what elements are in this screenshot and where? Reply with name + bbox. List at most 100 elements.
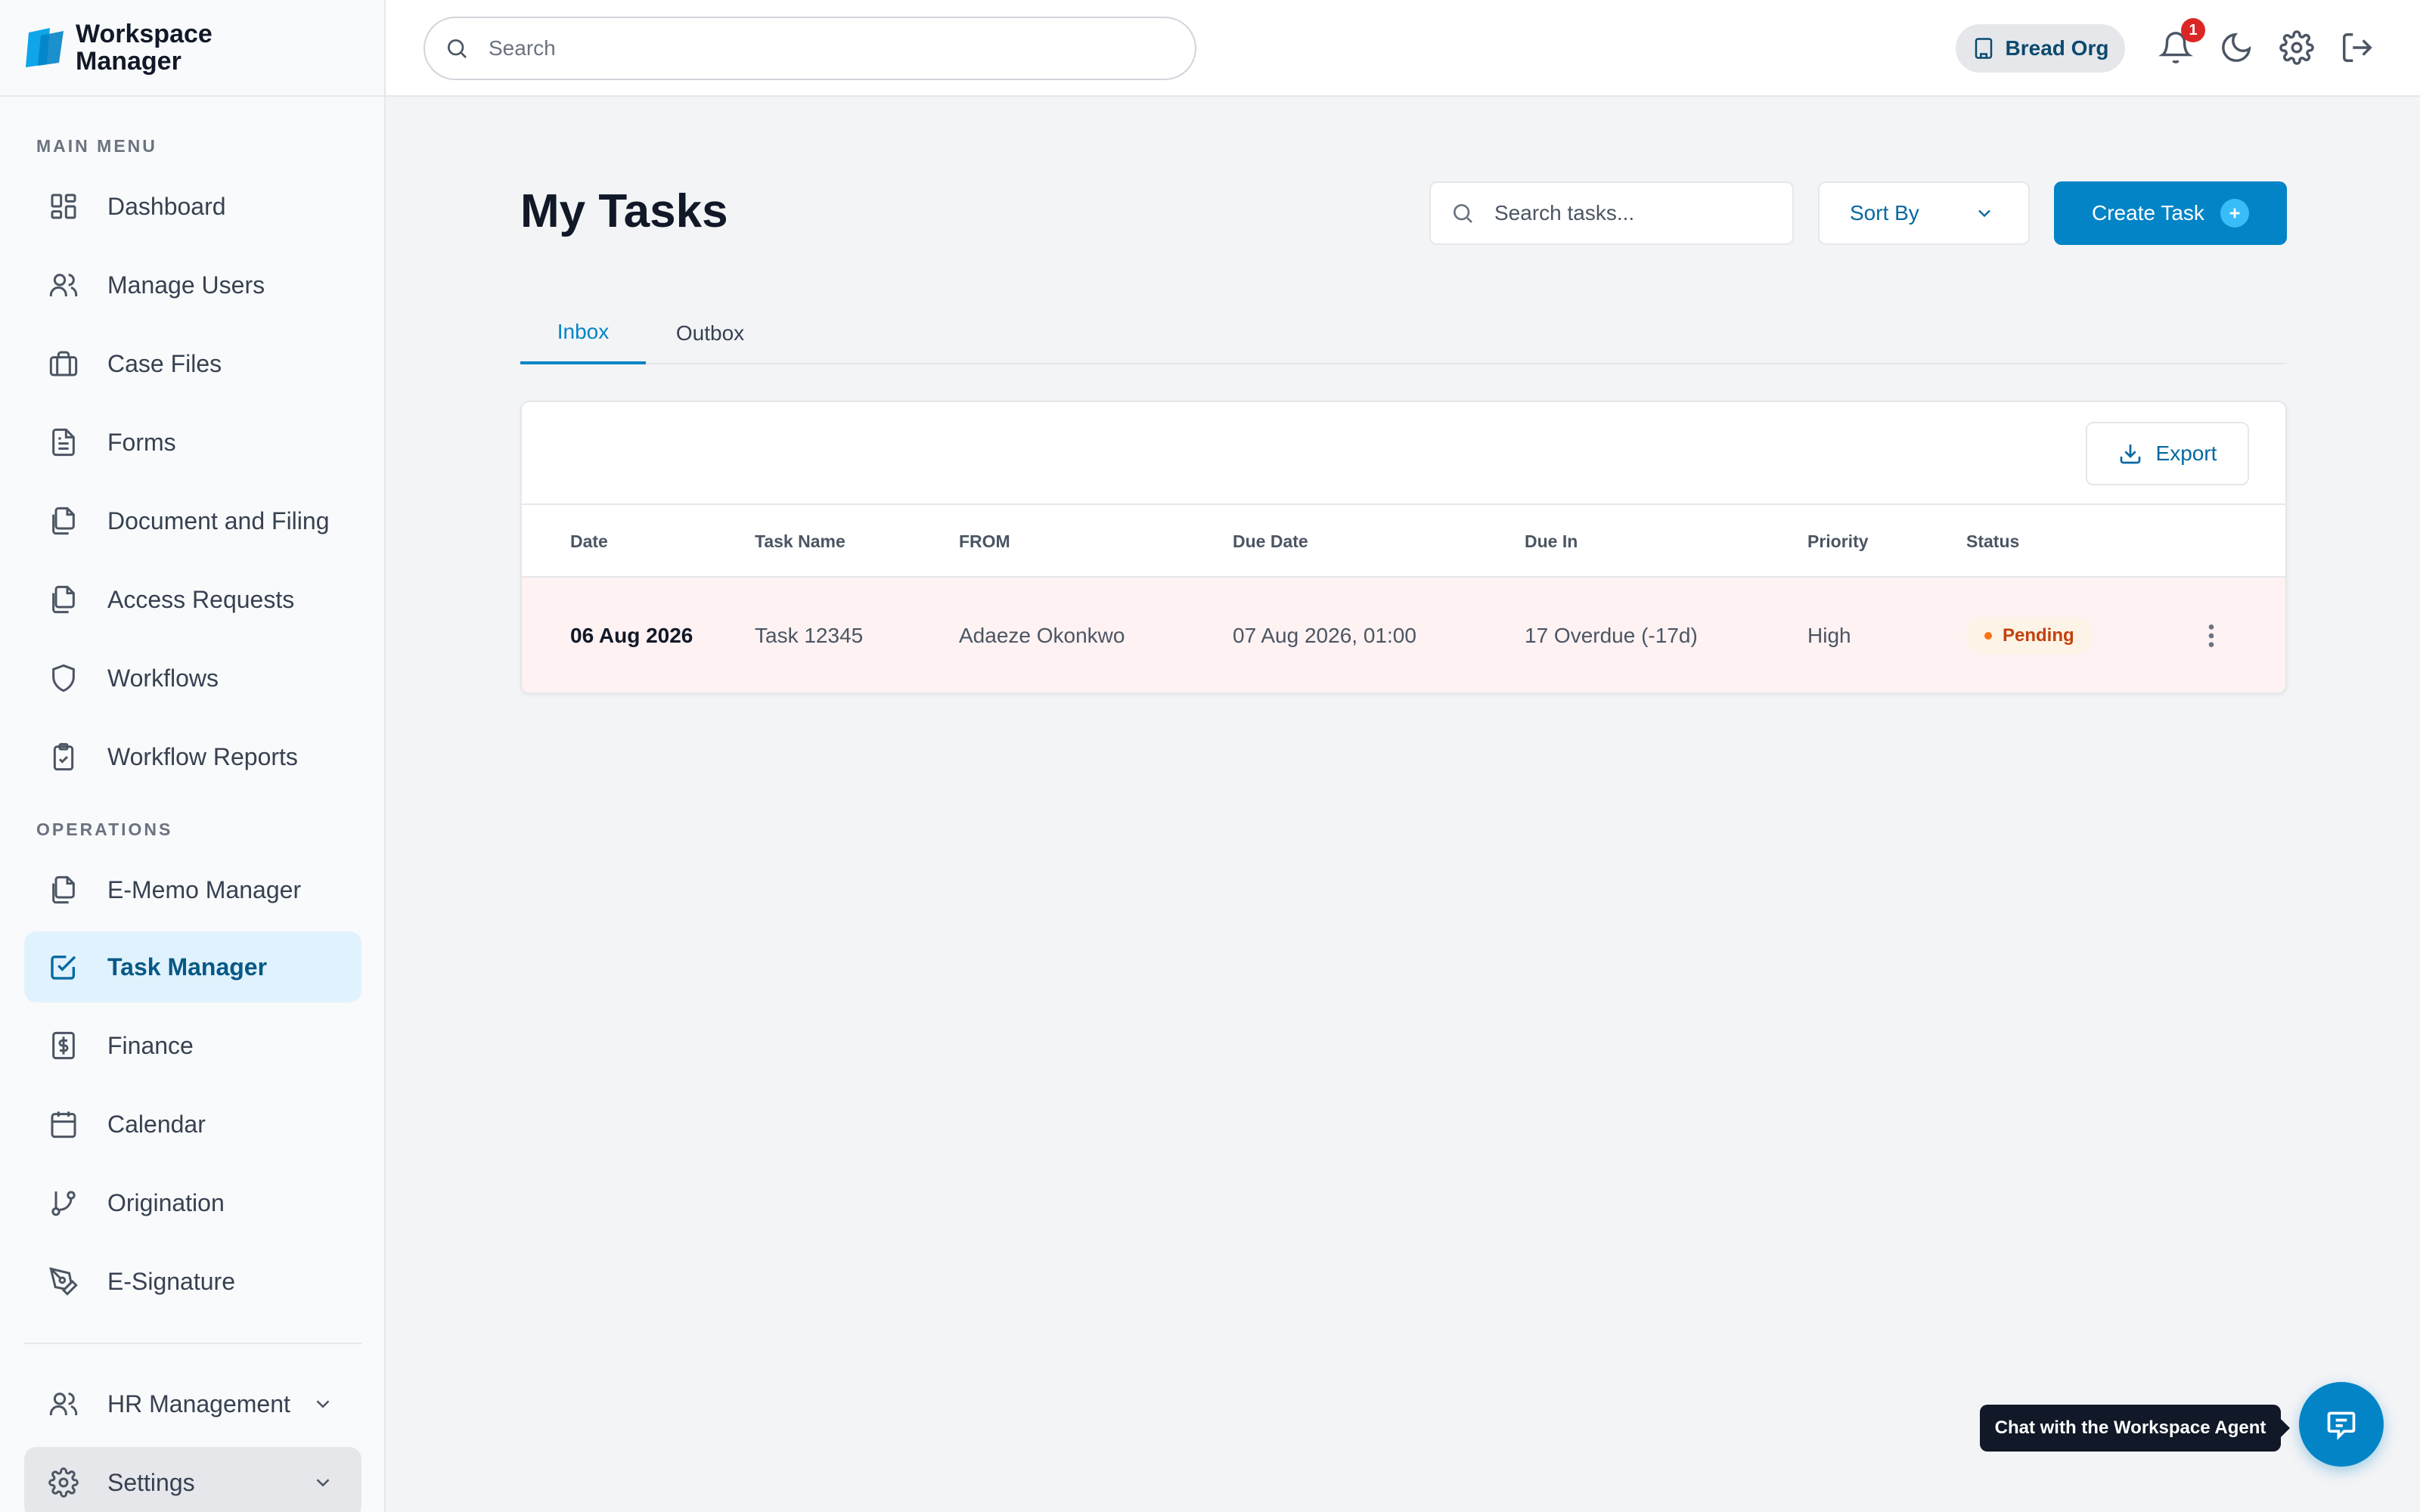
tab-inbox[interactable]: Inbox	[520, 302, 646, 364]
sidebar-item-label: Access Requests	[107, 585, 295, 613]
form-icon	[52, 428, 75, 457]
logo-icon	[26, 28, 64, 67]
sort-by-dropdown[interactable]: Sort By	[1818, 181, 2030, 245]
main-menu-label: MAIN MENU	[36, 136, 157, 156]
sidebar-item-label: E-Memo Manager	[107, 875, 302, 903]
sidebar-item-manage-users[interactable]: Manage Users	[24, 249, 361, 321]
column-header-status[interactable]: Status	[1966, 505, 2019, 578]
sidebar-item-workflow-reports[interactable]: Workflow Reports	[24, 721, 361, 792]
column-header-due-date[interactable]: Due Date	[1233, 505, 1308, 578]
sidebar-item-label: Workflow Reports	[107, 742, 298, 770]
org-switcher[interactable]: Bread Org	[1956, 24, 2125, 73]
sidebar-item-calendar[interactable]: Calendar	[24, 1089, 361, 1160]
users-icon	[49, 274, 78, 296]
search-icon	[448, 39, 467, 58]
sidebar-item-finance[interactable]: Finance	[24, 1010, 361, 1081]
task-tabs: Inbox Outbox	[520, 302, 2287, 364]
sidebar-item-label: Settings	[107, 1468, 195, 1496]
calendar-icon	[51, 1111, 76, 1139]
plus-icon	[2220, 199, 2249, 228]
brand-name: Workspace Manager	[76, 20, 213, 76]
sidebar-item-label: Forms	[107, 428, 176, 456]
table-row[interactable]: 06 Aug 2026 Task 12345 Adaeze Okonkwo 07…	[522, 578, 2285, 692]
sort-by-label: Sort By	[1850, 201, 1919, 225]
sidebar: Workspace Manager MAIN MENU Dashboard Ma…	[0, 0, 386, 1512]
search-icon	[1454, 204, 1472, 223]
global-search-input[interactable]	[489, 36, 1195, 60]
pen-icon	[49, 1267, 78, 1296]
cell-status: Pending	[1966, 578, 2093, 692]
sidebar-item-case-files[interactable]: Case Files	[24, 328, 361, 399]
notification-badge: 1	[2181, 18, 2205, 42]
documents-icon	[52, 585, 75, 614]
sidebar-item-settings[interactable]: Settings	[24, 1447, 361, 1512]
sidebar-item-label: HR Management	[107, 1390, 290, 1418]
chat-agent-button[interactable]	[2299, 1382, 2384, 1467]
chevron-down-icon	[1978, 209, 1990, 218]
task-search-input[interactable]	[1494, 201, 1792, 225]
tab-outbox[interactable]: Outbox	[653, 302, 767, 364]
column-header-due-in[interactable]: Due In	[1525, 505, 1578, 578]
sidebar-item-forms[interactable]: Forms	[24, 407, 361, 478]
create-task-label: Create Task	[2092, 201, 2204, 225]
sidebar-item-dashboard[interactable]: Dashboard	[24, 171, 361, 242]
sidebar-item-hr-management[interactable]: HR Management	[24, 1368, 361, 1439]
sidebar-item-label: Manage Users	[107, 271, 265, 299]
sidebar-item-workflows[interactable]: Workflows	[24, 643, 361, 714]
sidebar-item-task-manager[interactable]: Task Manager	[24, 931, 361, 1002]
users-icon	[49, 1393, 78, 1415]
documents-icon	[52, 875, 75, 904]
global-search[interactable]	[424, 17, 1196, 80]
dashboard-icon	[51, 194, 76, 219]
cell-due-date: 07 Aug 2026, 01:00	[1233, 624, 1416, 647]
sidebar-item-e-signature[interactable]: E-Signature	[24, 1246, 361, 1317]
download-icon	[2120, 445, 2140, 464]
sidebar-item-label: Finance	[107, 1031, 194, 1059]
status-dot	[1984, 632, 1992, 640]
documents-icon	[52, 507, 75, 535]
chevron-down-icon	[316, 1400, 330, 1408]
brand[interactable]: Workspace Manager	[0, 0, 384, 97]
table-header: Date Task Name FROM Due Date Due In Prio…	[522, 505, 2285, 578]
tasks-table-card: Export Date Task Name FROM Due Date Due …	[520, 401, 2287, 694]
create-task-button[interactable]: Create Task	[2054, 181, 2287, 245]
building-icon	[1975, 38, 1992, 59]
sidebar-item-label: Calendar	[107, 1110, 206, 1138]
cell-date: 06 Aug 2026	[570, 624, 693, 647]
sidebar-divider	[24, 1343, 361, 1344]
logout-icon[interactable]	[2340, 30, 2375, 65]
sidebar-item-label: E-Signature	[107, 1267, 235, 1295]
sidebar-item-e-memo-manager[interactable]: E-Memo Manager	[24, 854, 361, 925]
task-search[interactable]	[1429, 181, 1794, 245]
cell-from: Adaeze Okonkwo	[959, 624, 1125, 647]
git-branch-icon	[51, 1191, 76, 1216]
chevron-down-icon	[316, 1479, 330, 1487]
export-button[interactable]: Export	[2086, 422, 2249, 485]
top-bar: Bread Org 1	[386, 0, 2420, 97]
column-header-task-name[interactable]: Task Name	[755, 505, 845, 578]
checkbox-icon	[51, 956, 76, 980]
sidebar-item-origination[interactable]: Origination	[24, 1167, 361, 1238]
cell-priority: High	[1807, 624, 1851, 647]
gear-icon[interactable]	[2279, 30, 2314, 65]
more-vertical-icon[interactable]	[2196, 621, 2226, 651]
dollar-icon	[52, 1031, 75, 1060]
shield-icon	[52, 664, 75, 692]
status-badge: Pending	[1966, 617, 2093, 655]
gear-icon	[48, 1467, 79, 1498]
status-label: Pending	[2003, 625, 2074, 646]
moon-icon[interactable]	[2219, 30, 2254, 65]
sidebar-item-access-requests[interactable]: Access Requests	[24, 564, 361, 635]
sidebar-item-document-and-filing[interactable]: Document and Filing	[24, 485, 361, 556]
org-name: Bread Org	[2005, 36, 2109, 60]
page-title: My Tasks	[520, 185, 728, 237]
sidebar-item-label: Dashboard	[107, 192, 226, 220]
table-toolbar: Export	[522, 402, 2285, 505]
column-header-from[interactable]: FROM	[959, 505, 1010, 578]
cell-task-name: Task 12345	[755, 624, 864, 647]
column-header-priority[interactable]: Priority	[1807, 505, 1869, 578]
sidebar-item-label: Task Manager	[107, 953, 268, 981]
column-header-date[interactable]: Date	[570, 505, 608, 578]
export-label: Export	[2155, 442, 2217, 465]
cell-due-in: 17 Overdue (-17d)	[1525, 624, 1698, 647]
